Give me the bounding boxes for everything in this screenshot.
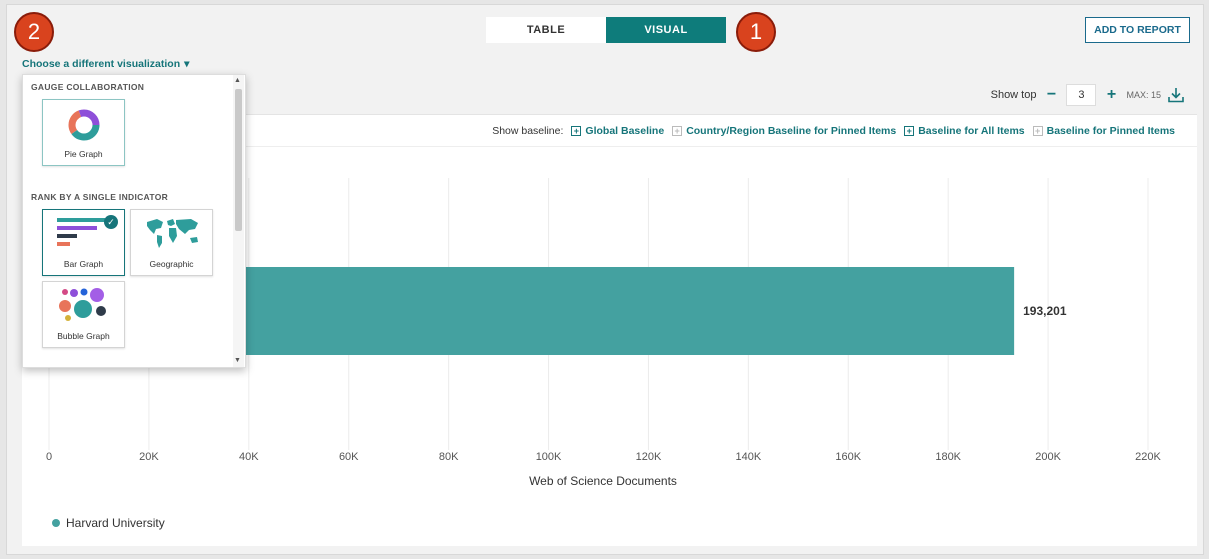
callout-marker-1: 1 — [736, 12, 776, 52]
tile-geographic-label: Geographic — [149, 259, 194, 269]
x-tick-label: 20K — [139, 451, 159, 463]
x-tick-label: 40K — [239, 451, 259, 463]
section-rank-single-indicator: RANK BY A SINGLE INDICATOR — [31, 192, 169, 202]
x-tick-label: 120K — [636, 451, 662, 463]
show-top-label: Show top — [990, 89, 1037, 101]
callout-marker-2: 2 — [14, 12, 54, 52]
choose-visualization-label: Choose a different visualization — [22, 58, 181, 70]
x-tick-label: 60K — [339, 451, 359, 463]
legend-swatch — [52, 519, 60, 527]
x-tick-label: 220K — [1135, 451, 1161, 463]
legend-label: Harvard University — [66, 516, 165, 530]
increment-button[interactable]: + — [1102, 86, 1120, 104]
x-tick-label: 200K — [1035, 451, 1061, 463]
x-tick-label: 140K — [736, 451, 762, 463]
scrollbar-thumb[interactable] — [235, 89, 242, 231]
download-icon[interactable] — [1167, 86, 1185, 104]
view-toggle: TABLE VISUAL — [486, 17, 726, 43]
choose-visualization-link[interactable]: Choose a different visualization ▾ — [22, 58, 189, 70]
x-tick-label: 160K — [835, 451, 861, 463]
bar-value-label: 193,201 — [1023, 304, 1067, 318]
max-label: MAX: 15 — [1126, 90, 1161, 100]
decrement-button[interactable]: − — [1042, 86, 1060, 104]
tile-geographic[interactable]: Geographic — [130, 209, 213, 276]
tab-visual[interactable]: VISUAL — [606, 17, 726, 43]
tile-bubble-label: Bubble Graph — [57, 331, 110, 341]
x-tick-label: 180K — [935, 451, 961, 463]
show-top-control: Show top − 3 + MAX: 15 — [991, 84, 1185, 106]
x-axis-title: Web of Science Documents — [529, 474, 677, 488]
visualization-dropdown: GAUGE COLLABORATION Pie Graph RANK BY A … — [22, 74, 246, 368]
tile-pie-label: Pie Graph — [64, 149, 103, 159]
x-tick-label: 0 — [46, 451, 52, 463]
tile-bubble-graph[interactable]: Bubble Graph — [42, 281, 125, 348]
bubble-graph-icon — [59, 288, 106, 321]
pie-graph-icon — [68, 109, 100, 141]
x-tick-label: 80K — [439, 451, 459, 463]
section-gauge-collaboration: GAUGE COLLABORATION — [31, 82, 145, 92]
x-tick-label: 100K — [536, 451, 562, 463]
chevron-down-icon: ▾ — [184, 58, 190, 70]
tile-pie-graph[interactable]: Pie Graph — [42, 99, 125, 166]
tile-bar-label: Bar Graph — [63, 259, 104, 269]
scroll-up-icon[interactable]: ▲ — [234, 77, 241, 84]
world-map-icon — [147, 219, 198, 248]
check-icon: ✓ — [104, 215, 118, 229]
add-to-report-button[interactable]: ADD TO REPORT — [1085, 17, 1190, 43]
dropdown-scrollbar[interactable]: ▲ ▼ — [233, 75, 244, 367]
show-top-input[interactable]: 3 — [1066, 84, 1097, 106]
tile-bar-graph[interactable]: ✓ Bar Graph — [42, 209, 125, 276]
scroll-down-icon[interactable]: ▼ — [234, 357, 241, 364]
legend: Harvard University — [52, 516, 165, 530]
tab-table[interactable]: TABLE — [486, 17, 606, 43]
